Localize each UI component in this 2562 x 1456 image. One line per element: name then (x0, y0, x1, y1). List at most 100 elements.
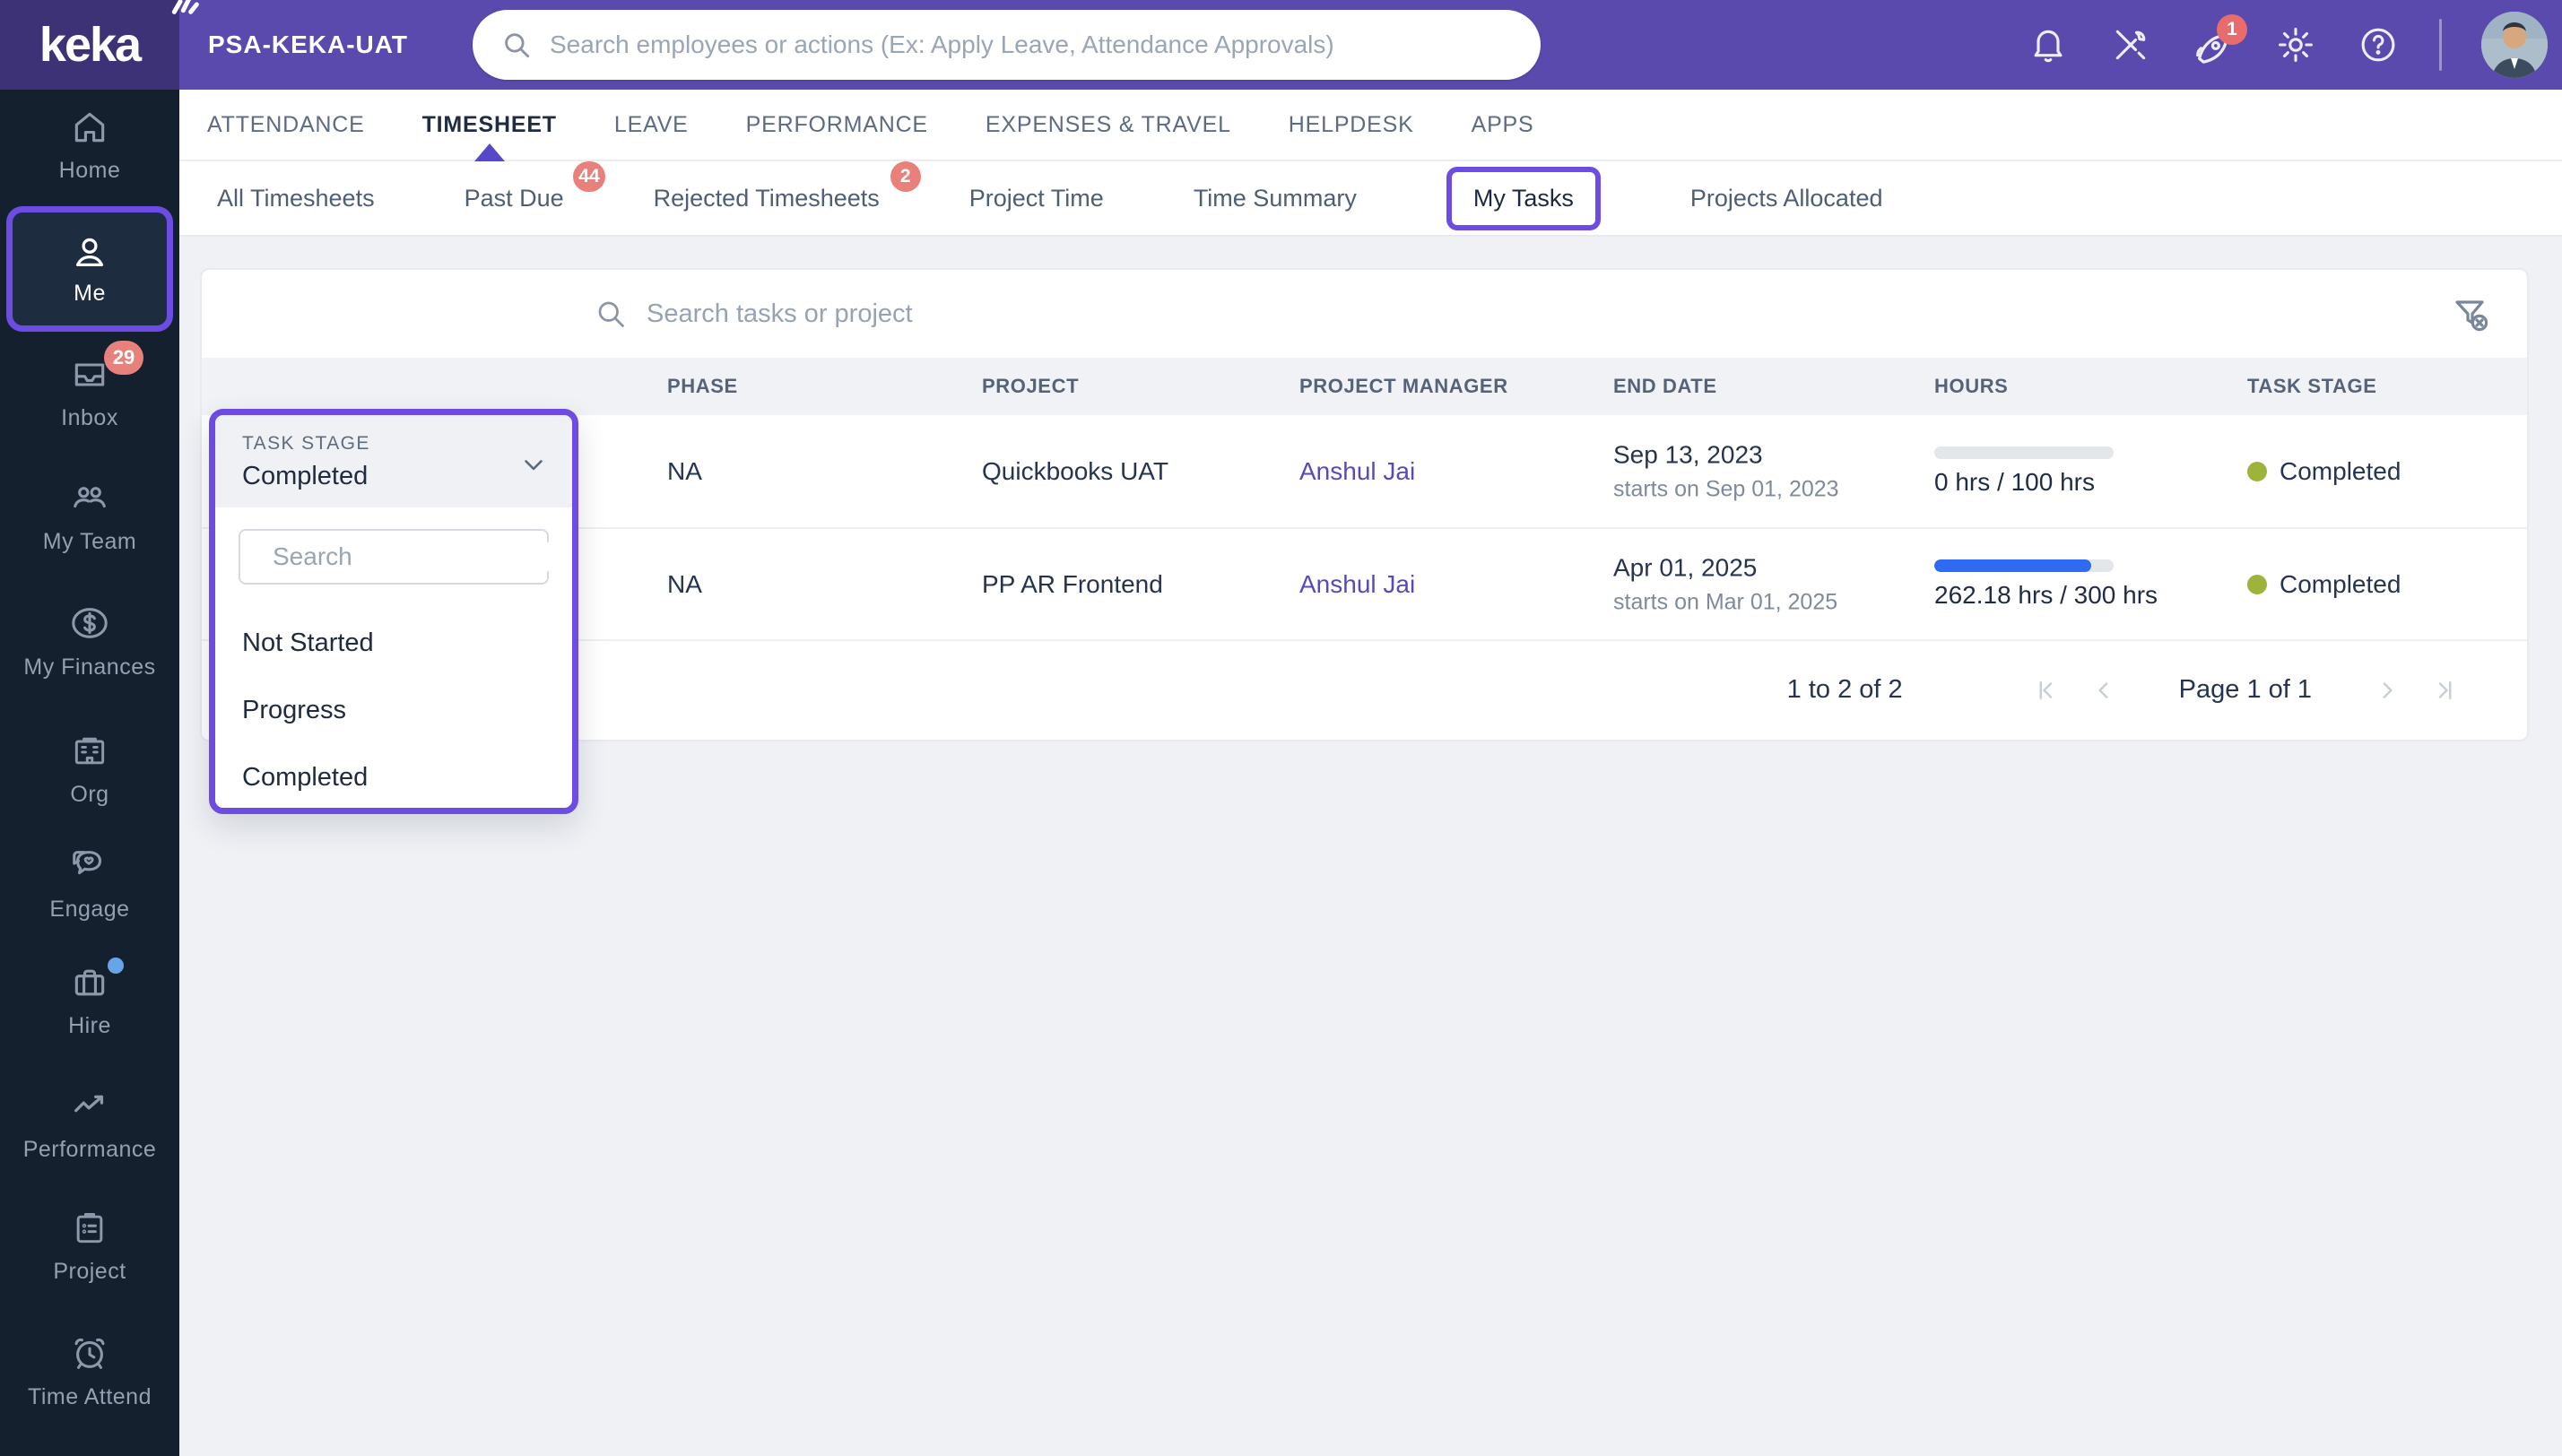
briefcase-icon (74, 969, 105, 996)
alarm-clock-icon (74, 1338, 105, 1369)
cell-project: PP AR Frontend (982, 569, 1163, 598)
header-divider (2439, 19, 2442, 71)
chevron-down-icon (525, 460, 543, 471)
sidebar-item-me[interactable]: Me (6, 206, 173, 332)
global-search-input[interactable] (550, 30, 1512, 59)
tab-expenses-travel[interactable]: EXPENSES & TRAVEL (986, 90, 1231, 160)
cell-task-stage: Completed (2247, 570, 2401, 599)
top-header: keka PSA-KEKA-UAT 1 (0, 0, 2562, 90)
clipboard-icon (76, 1212, 103, 1244)
cell-project-manager-link[interactable]: Anshul Jai (1299, 457, 1415, 486)
global-search[interactable] (473, 10, 1541, 80)
tab-performance[interactable]: PERFORMANCE (746, 90, 928, 160)
subtab-my-tasks[interactable]: My Tasks (1446, 166, 1601, 230)
task-stage-options-panel: Not Started Progress Completed (215, 507, 572, 808)
subtab-rejected-timesheets[interactable]: Rejected Timesheets 2 (654, 160, 921, 212)
task-stage-dropdown: TASK STAGE Completed Not Started Progres… (209, 409, 578, 814)
settings-gear-icon[interactable] (2274, 23, 2317, 66)
next-page-button[interactable] (2367, 671, 2407, 710)
announcements-rocket-icon[interactable]: 1 (2192, 14, 2247, 66)
main-area: ATTENDANCE TIMESHEET LEAVE PERFORMANCE E… (179, 90, 2562, 1456)
tasks-search-input[interactable] (647, 299, 1364, 329)
tab-attendance[interactable]: ATTENDANCE (207, 90, 365, 160)
subtab-all-timesheets[interactable]: All Timesheets (217, 185, 375, 212)
dropdown-search-box[interactable] (239, 529, 572, 585)
dollar-icon (72, 608, 108, 638)
stage-status-dot (2247, 461, 2267, 481)
subtab-past-due[interactable]: Past Due 44 (465, 160, 605, 212)
option-completed[interactable]: Completed (215, 744, 572, 808)
cell-phase: NA (667, 569, 702, 598)
previous-page-button[interactable] (2084, 671, 2123, 710)
column-header-phase: PHASE (667, 375, 738, 397)
tab-timesheet[interactable]: TIMESHEET (422, 90, 557, 160)
subtab-time-summary[interactable]: Time Summary (1194, 185, 1357, 212)
cell-hours: 262.18 hrs / 300 hrs (1934, 559, 2158, 610)
tasks-table-header: PHASE PROJECT PROJECT MANAGER END DATE H… (202, 358, 2527, 415)
task-stage-label: TASK STAGE (242, 433, 370, 454)
keka-logo[interactable]: keka (0, 0, 199, 90)
sidebar-item-performance[interactable]: Performance (0, 1085, 179, 1171)
hire-notification-dot (108, 958, 124, 974)
timesheet-subnav: All Timesheets Past Due 44 Rejected Time… (179, 160, 2562, 237)
sidebar-item-org[interactable]: Org (0, 732, 179, 818)
tab-helpdesk[interactable]: HELPDESK (1289, 90, 1414, 160)
column-header-project-manager: PROJECT MANAGER (1299, 375, 1508, 397)
option-not-started[interactable]: Not Started (215, 610, 572, 677)
sidebar-item-my-finances[interactable]: My Finances (0, 602, 179, 689)
sidebar-item-time-attend[interactable]: Time Attend (0, 1332, 179, 1418)
tab-leave[interactable]: LEAVE (614, 90, 689, 160)
sidebar-item-project[interactable]: Project (0, 1209, 179, 1295)
sidebar-item-engage[interactable]: Engage (0, 845, 179, 931)
team-icon (74, 487, 106, 508)
subtab-projects-allocated[interactable]: Projects Allocated (1690, 185, 1883, 212)
column-header-end-date: END DATE (1613, 375, 1717, 397)
module-nav: ATTENDANCE TIMESHEET LEAVE PERFORMANCE E… (179, 90, 2562, 161)
past-due-count-badge: 44 (573, 160, 605, 192)
notifications-bell-icon[interactable] (2027, 23, 2070, 66)
cell-end-date: Sep 13, 2023 starts on Sep 01, 2023 (1613, 440, 1839, 501)
cell-project-manager-link[interactable]: Anshul Jai (1299, 570, 1415, 599)
sidebar: Home Me 29 Inbox My Team My Finances Org… (0, 90, 179, 1456)
inbox-count-badge: 29 (104, 341, 143, 375)
tools-icon[interactable] (2109, 23, 2152, 66)
search-icon (505, 33, 530, 58)
cell-task-stage: Completed (2247, 457, 2401, 486)
column-header-hours: HOURS (1934, 375, 2009, 397)
dropdown-search-input[interactable] (273, 542, 572, 571)
column-header-task-stage: TASK STAGE (2247, 375, 2377, 397)
building-icon (74, 737, 105, 765)
help-icon[interactable] (2357, 23, 2400, 66)
cell-hours: 0 hrs / 100 hrs (1934, 446, 2114, 497)
user-icon (75, 238, 104, 266)
rejected-count-badge: 2 (890, 160, 921, 192)
sidebar-item-inbox[interactable]: 29 Inbox (0, 341, 179, 441)
hours-progress-bar (1934, 446, 2114, 459)
first-page-button[interactable] (2027, 671, 2066, 710)
cell-phase: NA (667, 456, 702, 485)
tasks-search-row (202, 270, 2527, 358)
cell-start-note: starts on Sep 01, 2023 (1613, 476, 1839, 501)
user-avatar[interactable] (2481, 12, 2548, 78)
last-page-button[interactable] (2425, 671, 2464, 710)
sidebar-item-my-team[interactable]: My Team (0, 477, 179, 563)
cell-project: Quickbooks UAT (982, 456, 1168, 485)
hours-progress-bar (1934, 559, 2114, 572)
content-area: PHASE PROJECT PROJECT MANAGER END DATE H… (179, 237, 2562, 1454)
logo-spark-icon (171, 0, 199, 14)
option-progress[interactable]: Progress (215, 677, 572, 744)
clear-filter-icon[interactable] (2448, 291, 2495, 338)
tab-apps[interactable]: APPS (1472, 90, 1534, 160)
cell-start-note: starts on Mar 01, 2025 (1613, 589, 1838, 614)
sidebar-item-home[interactable]: Home (0, 108, 179, 194)
sidebar-item-hire[interactable]: Hire (0, 958, 179, 1049)
home-icon (74, 112, 105, 143)
task-stage-select[interactable]: TASK STAGE Completed (215, 415, 572, 507)
cell-end-date: Apr 01, 2025 starts on Mar 01, 2025 (1613, 553, 1838, 614)
announcements-count-badge: 1 (2217, 14, 2247, 45)
task-stage-selected-value: Completed (242, 462, 369, 490)
subtab-project-time[interactable]: Project Time (969, 185, 1104, 212)
trend-up-icon (74, 1095, 104, 1113)
keka-logo-text: keka (39, 18, 142, 72)
chat-heart-icon (73, 851, 102, 875)
